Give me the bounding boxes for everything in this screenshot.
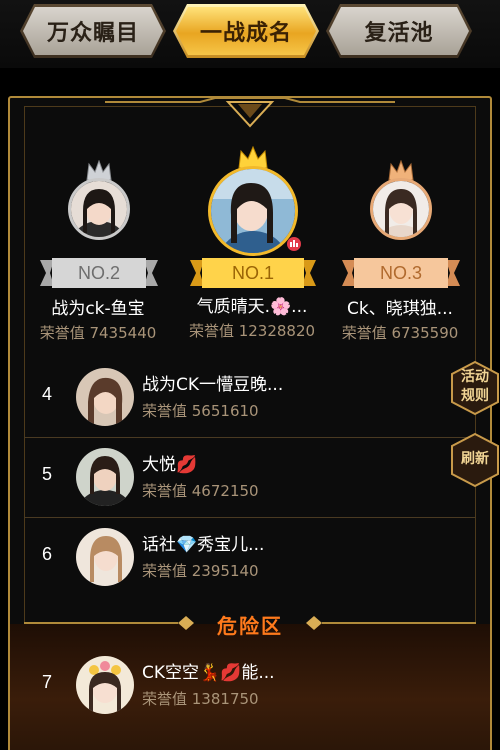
- honor-score: 荣誉值 2395140: [142, 562, 259, 580]
- avatar-photo: [76, 656, 134, 714]
- podium-score: 荣誉值 12328820: [188, 322, 316, 340]
- avatar-photo: [76, 448, 134, 506]
- avatar: [76, 368, 134, 426]
- rank-number: 7: [42, 672, 53, 692]
- list-item[interactable]: 5 大悦💋 荣誉值 4672150: [24, 438, 476, 518]
- avatar: [370, 178, 432, 240]
- podium-name: 战为ck-鱼宝: [51, 299, 145, 319]
- avatar-photo: [76, 368, 134, 426]
- avatar-photo: [373, 181, 429, 237]
- avatar-photo: [71, 181, 127, 237]
- rank-number: 5: [42, 464, 53, 484]
- activity-rules-button[interactable]: 活动 规则: [450, 360, 500, 416]
- podium-name: Ck、晓琪独...: [347, 299, 453, 319]
- avatar: [76, 656, 134, 714]
- avatar-photo: [76, 528, 134, 586]
- tab-label: 万众瞩目: [46, 21, 139, 46]
- honor-score: 荣誉值 1381750: [142, 690, 259, 708]
- danger-zone-label: 危险区: [217, 614, 283, 638]
- tab-bar: 万众瞩目 一战成名 复活池: [0, 0, 500, 68]
- tab-famous-battle[interactable]: 一战成名: [173, 4, 319, 58]
- refresh-button[interactable]: 刷新: [450, 432, 500, 488]
- rank-number: 4: [42, 384, 53, 404]
- podium-name: 气质晴天.🌸...: [196, 297, 308, 317]
- list-item[interactable]: 6 话社💎秀宝儿... 荣誉值 2395140: [24, 518, 476, 598]
- podium-second[interactable]: NO.2 战为ck-鱼宝 荣誉值 7435440: [18, 160, 178, 350]
- honor-score: 荣誉值 4672150: [142, 482, 259, 500]
- avatar: [76, 448, 134, 506]
- rank-label: NO.3: [379, 262, 422, 283]
- podium-third[interactable]: NO.3 Ck、晓琪独... 荣誉值 6735590: [320, 160, 480, 350]
- avatar-photo: [211, 169, 295, 253]
- tab-spotlight[interactable]: 万众瞩目: [20, 4, 166, 58]
- tab-label: 复活池: [364, 21, 434, 46]
- tab-revival-pool[interactable]: 复活池: [326, 4, 472, 58]
- list-item[interactable]: 4 战为CK一懵豆晚... 荣誉值 5651610: [24, 358, 476, 438]
- live-badge-icon: [287, 237, 301, 251]
- avatar: [208, 166, 298, 256]
- user-name: 话社💎秀宝儿...: [142, 535, 265, 555]
- refresh-label: 刷新: [461, 451, 489, 467]
- podium-first[interactable]: NO.1 气质晴天.🌸... 荣誉值 12328820: [172, 146, 332, 350]
- avatar: [76, 528, 134, 586]
- honor-score: 荣誉值 5651610: [142, 402, 259, 420]
- rank-label: NO.1: [231, 262, 274, 283]
- podium-score: 荣誉值 7435440: [39, 324, 157, 342]
- list-item[interactable]: 7 CK空空💃💋能... 荣誉值 1381750: [24, 646, 476, 726]
- tab-label: 一战成名: [199, 21, 292, 46]
- user-name: 战为CK一懵豆晚...: [142, 375, 284, 395]
- avatar: [68, 178, 130, 240]
- rank-label: NO.2: [77, 262, 120, 283]
- user-name: CK空空💃💋能...: [142, 663, 275, 683]
- rank-number: 6: [42, 544, 53, 564]
- user-name: 大悦💋: [142, 455, 198, 475]
- podium-score: 荣誉值 6735590: [341, 324, 459, 342]
- activity-rules-label: 活动 规则: [461, 369, 489, 404]
